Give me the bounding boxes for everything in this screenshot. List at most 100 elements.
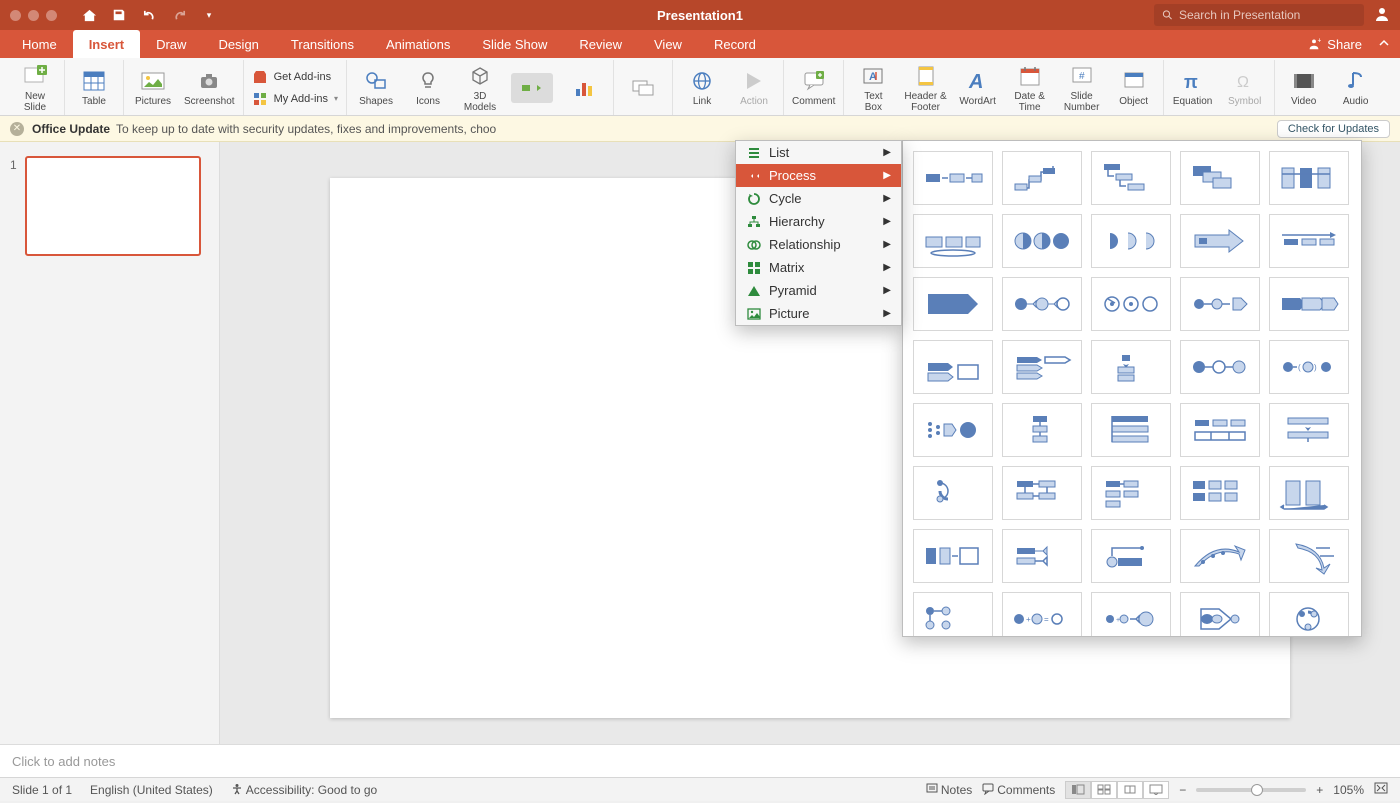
smartart-gallery-item[interactable] [1091, 529, 1171, 583]
tab-insert[interactable]: Insert [73, 30, 140, 58]
tab-design[interactable]: Design [202, 30, 274, 58]
home-icon[interactable] [81, 7, 97, 23]
smartart-gallery-item[interactable] [913, 466, 993, 520]
equation-button[interactable]: π Equation [1172, 68, 1214, 107]
check-updates-button[interactable]: Check for Updates [1277, 120, 1390, 138]
tab-draw[interactable]: Draw [140, 30, 202, 58]
smartart-category-matrix[interactable]: Matrix▶ [736, 256, 901, 279]
shapes-button[interactable]: Shapes [355, 68, 397, 107]
action-button[interactable]: Action [733, 68, 775, 107]
smartart-category-relationship[interactable]: Relationship▶ [736, 233, 901, 256]
zoom-slider-thumb[interactable] [1251, 784, 1263, 796]
smartart-gallery-item[interactable] [1269, 466, 1349, 520]
zoom-percent[interactable]: 105% [1333, 783, 1364, 797]
smartart-gallery-item[interactable] [913, 151, 993, 205]
smartart-gallery-item[interactable] [1091, 151, 1171, 205]
link-button[interactable]: Link [681, 68, 723, 107]
smartart-gallery-item[interactable] [1002, 277, 1082, 331]
minimize-dot[interactable] [28, 10, 39, 21]
smartart-gallery-item[interactable] [1091, 403, 1171, 457]
close-updatebar-icon[interactable]: ✕ [10, 122, 24, 136]
normal-view-button[interactable] [1065, 781, 1091, 799]
smartart-gallery-item[interactable] [1180, 403, 1260, 457]
smartart-category-pyramid[interactable]: Pyramid▶ [736, 279, 901, 302]
video-button[interactable]: Video [1283, 68, 1325, 107]
tab-view[interactable]: View [638, 30, 698, 58]
3d-models-button[interactable]: 3D Models [459, 63, 501, 113]
smartart-gallery-item[interactable] [1269, 403, 1349, 457]
wordart-button[interactable]: A WordArt [957, 68, 999, 107]
zoom-dot[interactable] [46, 10, 57, 21]
zoom-out-button[interactable]: − [1179, 783, 1186, 797]
smartart-gallery-item[interactable] [913, 592, 993, 637]
chart-button[interactable] [563, 75, 605, 101]
smartart-gallery-item[interactable] [1091, 340, 1171, 394]
smartart-gallery-item[interactable] [1269, 529, 1349, 583]
smartart-gallery-item[interactable] [913, 340, 993, 394]
table-button[interactable]: Table [73, 68, 115, 107]
undo-icon[interactable] [141, 7, 157, 23]
tab-review[interactable]: Review [563, 30, 638, 58]
tab-transitions[interactable]: Transitions [275, 30, 370, 58]
datetime-button[interactable]: Date & Time [1009, 63, 1051, 113]
fit-to-window-button[interactable] [1374, 782, 1388, 797]
smartart-gallery-item[interactable] [1269, 214, 1349, 268]
smartart-category-list[interactable]: List▶ [736, 141, 901, 164]
status-language[interactable]: English (United States) [90, 783, 213, 797]
smartart-category-hierarchy[interactable]: Hierarchy▶ [736, 210, 901, 233]
smartart-gallery-item[interactable] [1091, 277, 1171, 331]
smartart-gallery-item[interactable] [1180, 151, 1260, 205]
notes-pane[interactable]: Click to add notes [0, 744, 1400, 777]
smartart-gallery-item[interactable] [1180, 592, 1260, 637]
textbox-button[interactable]: A Text Box [852, 63, 894, 113]
smartart-gallery-item[interactable]: () [1269, 340, 1349, 394]
get-addins-button[interactable]: Get Add-ins [252, 69, 338, 85]
screenshot-button[interactable]: Screenshot [184, 68, 235, 107]
tab-animations[interactable]: Animations [370, 30, 466, 58]
close-dot[interactable] [10, 10, 21, 21]
slideshow-view-button[interactable] [1143, 781, 1169, 799]
qat-more-icon[interactable]: ▾ [201, 7, 217, 23]
smartart-gallery-item[interactable] [913, 403, 993, 457]
smartart-gallery-item[interactable] [1091, 214, 1171, 268]
smartart-gallery-item[interactable] [1091, 466, 1171, 520]
smartart-gallery-item[interactable] [1180, 529, 1260, 583]
tab-record[interactable]: Record [698, 30, 772, 58]
share-button[interactable]: + Share [1297, 30, 1400, 58]
smartart-gallery-item[interactable] [1002, 340, 1082, 394]
comment-button[interactable]: Comment [792, 68, 835, 107]
smartart-category-process[interactable]: Process▶ [736, 164, 901, 187]
icons-button[interactable]: Icons [407, 68, 449, 107]
smartart-gallery-item[interactable] [1180, 277, 1260, 331]
reading-view-button[interactable] [1117, 781, 1143, 799]
smartart-gallery-item[interactable] [913, 277, 993, 331]
smartart-gallery-item[interactable] [1002, 529, 1082, 583]
smartart-gallery-item[interactable] [1002, 214, 1082, 268]
tab-home[interactable]: Home [6, 30, 73, 58]
zoom-slider[interactable] [1196, 788, 1306, 792]
smartart-gallery-item[interactable]: += [1002, 592, 1082, 637]
audio-button[interactable]: Audio [1335, 68, 1377, 107]
smartart-category-picture[interactable]: Picture▶ [736, 302, 901, 325]
slide-number-button[interactable]: # Slide Number [1061, 63, 1103, 113]
zoom-button[interactable] [622, 75, 664, 101]
smartart-button[interactable] [511, 73, 553, 103]
tab-slideshow[interactable]: Slide Show [466, 30, 563, 58]
smartart-gallery-item[interactable] [1180, 214, 1260, 268]
user-icon[interactable] [1374, 6, 1390, 25]
comments-button[interactable]: Comments [982, 783, 1055, 797]
sorter-view-button[interactable] [1091, 781, 1117, 799]
smartart-gallery-item[interactable] [1269, 151, 1349, 205]
smartart-category-cycle[interactable]: Cycle▶ [736, 187, 901, 210]
smartart-gallery-item[interactable] [1180, 466, 1260, 520]
smartart-gallery-item[interactable] [1002, 151, 1082, 205]
smartart-gallery-item[interactable]: + [1091, 592, 1171, 637]
header-footer-button[interactable]: Header & Footer [904, 63, 946, 113]
object-button[interactable]: Object [1113, 68, 1155, 107]
new-slide-button[interactable]: New Slide [14, 63, 56, 113]
save-icon[interactable] [111, 7, 127, 23]
ribbon-collapse-icon[interactable] [1378, 37, 1390, 52]
smartart-gallery-item[interactable] [1269, 277, 1349, 331]
smartart-gallery-item[interactable] [1002, 466, 1082, 520]
smartart-gallery-item[interactable] [913, 214, 993, 268]
